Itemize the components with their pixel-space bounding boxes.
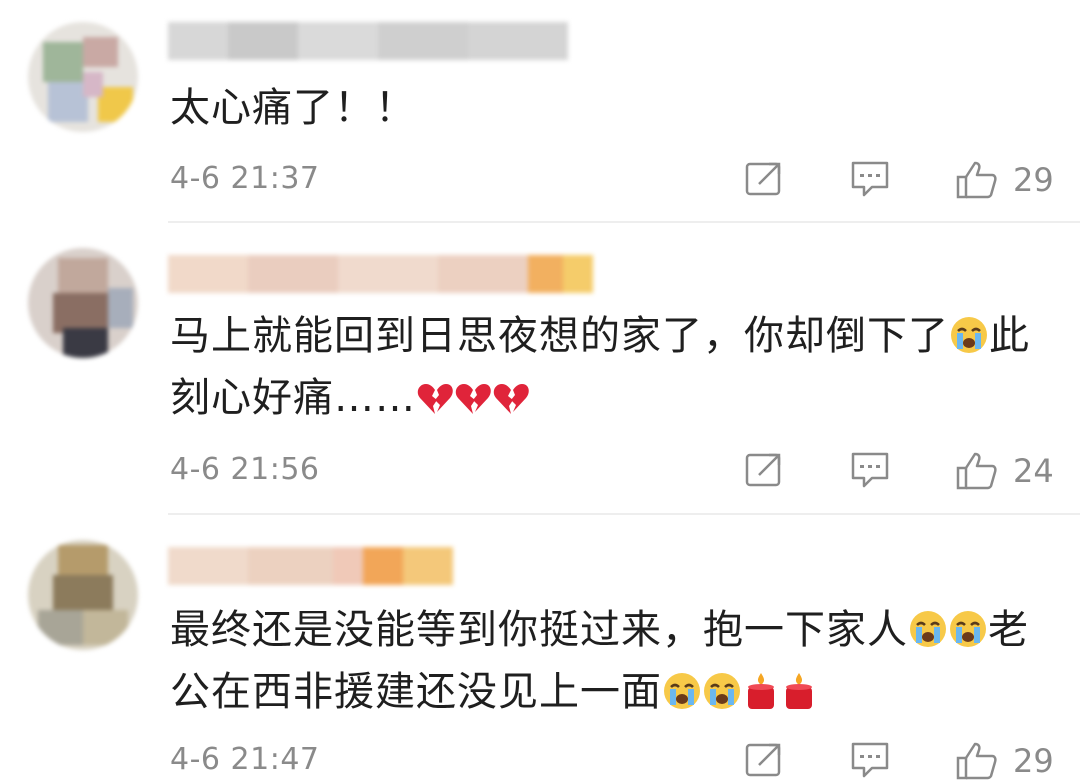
like-count: 24	[1013, 452, 1054, 490]
like-button[interactable]: 24	[955, 451, 1054, 491]
timestamp: 4-6 21:47	[170, 741, 320, 777]
comment-icon[interactable]	[850, 741, 890, 783]
username-blurred[interactable]	[168, 547, 453, 585]
share-icon[interactable]	[745, 741, 783, 781]
thumbs-up-icon	[956, 161, 997, 199]
like-count: 29	[1013, 742, 1054, 780]
username-blurred[interactable]	[168, 255, 593, 293]
broken-heart-emoji	[416, 376, 454, 432]
share-icon[interactable]	[745, 160, 783, 200]
share-icon[interactable]	[745, 451, 783, 491]
like-count: 29	[1013, 161, 1054, 199]
crying-face-emoji	[948, 608, 988, 664]
comment-meta: 4-6 21:47 29	[170, 737, 1054, 783]
broken-heart-emoji	[454, 376, 492, 432]
comment-icon[interactable]	[850, 160, 890, 202]
timestamp: 4-6 21:37	[170, 160, 320, 196]
broken-heart-emoji	[492, 376, 530, 432]
candle-emoji	[780, 670, 818, 726]
avatar[interactable]	[28, 22, 138, 132]
crying-face-emoji	[662, 670, 702, 726]
crying-face-emoji	[908, 608, 948, 664]
timestamp: 4-6 21:56	[170, 451, 320, 487]
divider	[168, 221, 1080, 223]
thumbs-up-icon	[956, 742, 997, 780]
username-blurred[interactable]	[168, 22, 568, 60]
comment-text: 太心痛了！！	[170, 85, 416, 131]
comment-icon[interactable]	[850, 451, 890, 493]
divider	[168, 513, 1080, 515]
avatar[interactable]	[28, 248, 138, 358]
comment-text: 马上就能回到日思夜想的家了，你却倒下了此 刻心好痛……	[170, 308, 1050, 432]
like-button[interactable]: 29	[955, 160, 1054, 200]
comment-meta: 4-6 21:56 24	[170, 447, 1054, 493]
avatar[interactable]	[28, 540, 138, 650]
like-button[interactable]: 29	[955, 741, 1054, 781]
comment-meta: 4-6 21:37 29	[170, 156, 1054, 202]
comment-text: 最终还是没能等到你挺过来，抱一下家人老 公在西非援建还没见上一面	[170, 602, 1050, 726]
candle-emoji	[742, 670, 780, 726]
thumbs-up-icon	[956, 452, 997, 490]
crying-face-emoji	[702, 670, 742, 726]
crying-face-emoji	[949, 314, 989, 370]
